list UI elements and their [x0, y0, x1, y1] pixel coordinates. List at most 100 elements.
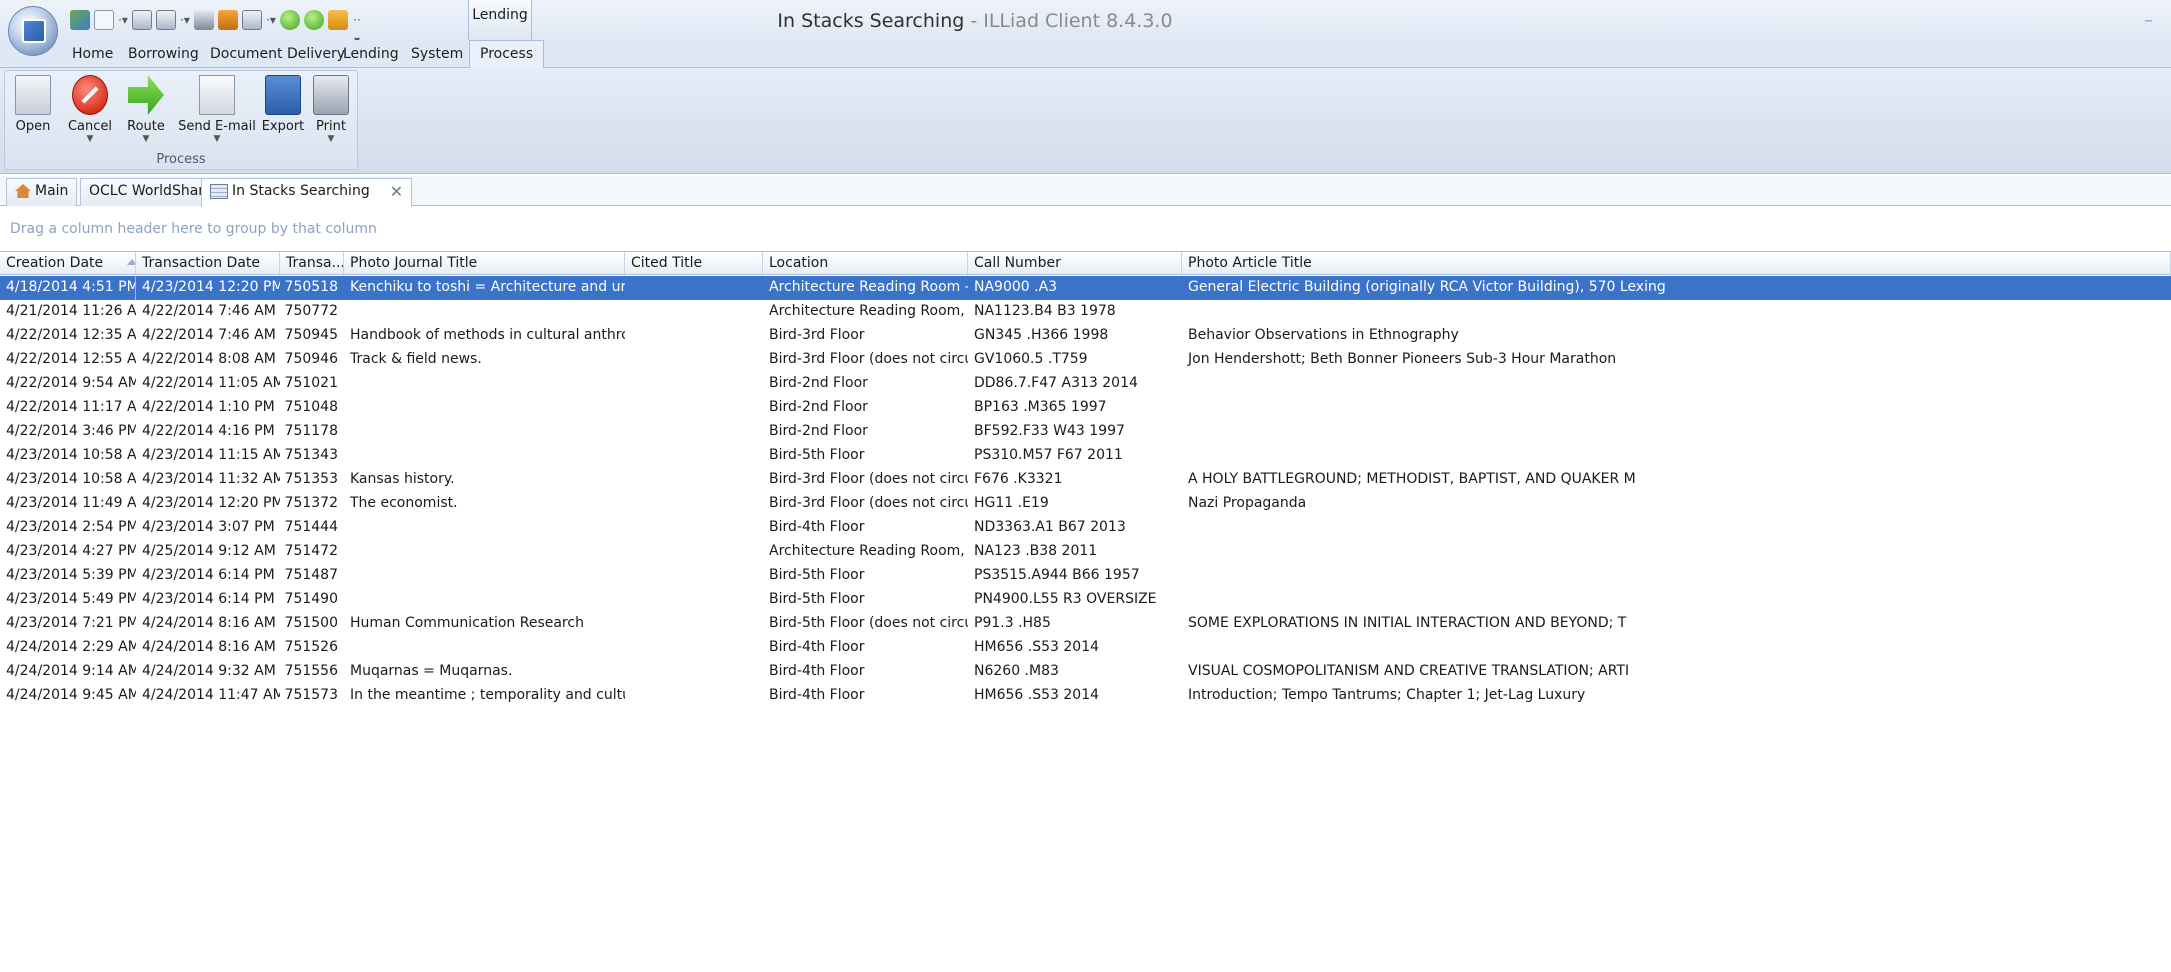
doc-tab-main[interactable]: Main — [6, 178, 78, 206]
table-row[interactable]: 4/18/2014 4:51 PM 4/23/2014 12:20 PM 75051… — [0, 276, 2171, 300]
cell-transaction-number: 751048 — [284, 399, 338, 415]
close-icon[interactable]: ✕ — [390, 183, 403, 201]
column-header-creation-date[interactable]: Creation Date — [0, 252, 136, 276]
cell-call-number: NA9000 .A3 — [974, 279, 1058, 295]
group-label: Process — [156, 152, 206, 167]
column-header-label: Transaction Date — [142, 255, 261, 271]
document-tab-strip: Main OCLC WorldShare In Stacks Searching… — [0, 176, 2171, 207]
table-row[interactable]: 4/22/2014 12:35 AM 4/22/2014 7:46 AM 75094… — [0, 324, 2171, 348]
cell-call-number: GV1060.5 .T759 — [974, 351, 1088, 367]
route-button[interactable]: Route ▼ — [123, 75, 169, 144]
cell-cited-title — [625, 540, 763, 564]
print-button[interactable]: Print ▼ — [311, 75, 351, 144]
cell-call-number: PN4900.L55 R3 OVERSIZE — [974, 591, 1157, 607]
cell-photo-article-title: A HOLY BATTLEGROUND; METHODIST, BAPTIST,… — [1188, 471, 1636, 487]
column-header-transaction-number[interactable]: Transa... — [280, 252, 344, 276]
cancel-button[interactable]: Cancel ▼ — [65, 75, 115, 144]
grid-header: Creation Date Transaction Date Transa... Ph… — [0, 251, 2171, 276]
table-row[interactable]: 4/23/2014 2:54 PM 4/23/2014 3:07 PM 751444… — [0, 516, 2171, 540]
table-row[interactable]: 4/24/2014 9:14 AM 4/24/2014 9:32 AM 751556… — [0, 660, 2171, 684]
cell-location: Bird-4th Floor — [769, 663, 865, 679]
table-row[interactable]: 4/24/2014 2:29 AM 4/24/2014 8:16 AM 751526… — [0, 636, 2171, 660]
cell-photo-journal-title — [344, 444, 625, 468]
tab-lending[interactable]: Lending — [343, 46, 399, 62]
export-button[interactable]: Export — [257, 75, 309, 134]
grid-icon — [210, 184, 228, 199]
cell-cited-title — [625, 276, 763, 300]
cell-cited-title — [625, 636, 763, 660]
cell-creation-date: 4/23/2014 11:49 AM — [6, 495, 136, 511]
cell-transaction-date: 4/24/2014 8:16 AM — [142, 615, 276, 631]
cell-transaction-date: 4/24/2014 9:32 AM — [142, 663, 276, 679]
table-row[interactable]: 4/24/2014 9:45 AM 4/24/2014 11:47 AM 75157… — [0, 684, 2171, 708]
cell-cited-title — [625, 324, 763, 348]
group-by-panel[interactable]: Drag a column header here to group by th… — [0, 207, 2171, 251]
doc-tab-in-stacks-searching[interactable]: In Stacks Searching ✕ — [201, 178, 413, 207]
column-header-photo-article-title[interactable]: Photo Article Title — [1182, 252, 2171, 276]
tab-borrowing[interactable]: Borrowing — [128, 46, 199, 62]
tab-document-delivery[interactable]: Document Delivery — [210, 46, 345, 62]
column-header-label: Location — [769, 255, 829, 271]
cell-creation-date: 4/22/2014 9:54 AM — [6, 375, 136, 391]
cell-transaction-number: 751343 — [284, 447, 338, 463]
cell-transaction-date: 4/22/2014 11:05 AM — [142, 375, 280, 391]
cell-creation-date: 4/22/2014 12:35 AM — [6, 327, 136, 343]
cell-location: Bird-2nd Floor — [769, 375, 868, 391]
table-row[interactable]: 4/23/2014 11:49 AM 4/23/2014 12:20 PM 7513… — [0, 492, 2171, 516]
chevron-down-icon: ▼ — [327, 134, 335, 144]
cell-location: Bird-5th Floor (does not circulate) — [769, 615, 968, 631]
cell-location: Bird-4th Floor — [769, 639, 865, 655]
chevron-down-icon: ▼ — [213, 134, 221, 144]
cell-transaction-number: 750946 — [284, 351, 338, 367]
cell-cited-title — [625, 588, 763, 612]
cell-creation-date: 4/23/2014 5:49 PM — [6, 591, 136, 607]
tab-home[interactable]: Home — [72, 46, 113, 62]
table-row[interactable]: 4/23/2014 5:39 PM 4/23/2014 6:14 PM 751487… — [0, 564, 2171, 588]
column-header-call-number[interactable]: Call Number — [968, 252, 1182, 276]
cell-transaction-number: 751178 — [284, 423, 338, 439]
table-row[interactable]: 4/23/2014 10:58 AM 4/23/2014 11:32 AM 7513… — [0, 468, 2171, 492]
application-menu-button[interactable] — [8, 6, 58, 56]
column-header-transaction-date[interactable]: Transaction Date — [136, 252, 280, 276]
table-row[interactable]: 4/22/2014 12:55 AM 4/22/2014 8:08 AM 75094… — [0, 348, 2171, 372]
tab-process[interactable]: Process — [469, 40, 545, 69]
open-button[interactable]: Open — [11, 75, 55, 134]
cell-creation-date: 4/23/2014 7:21 PM — [6, 615, 136, 631]
table-row[interactable]: 4/22/2014 9:54 AM 4/22/2014 11:05 AM 75102… — [0, 372, 2171, 396]
cell-cited-title — [625, 564, 763, 588]
column-header-location[interactable]: Location — [763, 252, 968, 276]
cell-creation-date: 4/24/2014 9:14 AM — [6, 663, 136, 679]
cell-photo-article-title — [1182, 636, 2171, 660]
cell-creation-date: 4/23/2014 5:39 PM — [6, 567, 136, 583]
tab-system[interactable]: System — [411, 46, 463, 62]
table-row[interactable]: 4/23/2014 5:49 PM 4/23/2014 6:14 PM 751490… — [0, 588, 2171, 612]
cell-photo-journal-title — [344, 372, 625, 396]
table-row[interactable]: 4/21/2014 11:26 AM 4/22/2014 7:46 AM 75077… — [0, 300, 2171, 324]
cell-photo-article-title: Nazi Propaganda — [1188, 495, 1307, 511]
ribbon-tab-strip: Home Borrowing Document Delivery Lending… — [0, 40, 2171, 69]
minimize-button[interactable]: – — [2144, 10, 2153, 31]
table-row[interactable]: 4/22/2014 3:46 PM 4/22/2014 4:16 PM 751178… — [0, 420, 2171, 444]
cell-creation-date: 4/23/2014 2:54 PM — [6, 519, 136, 535]
cell-photo-article-title — [1182, 540, 2171, 564]
cell-cited-title — [625, 684, 763, 708]
window-title: In Stacks Searching - ILLiad Client 8.4.… — [0, 10, 1950, 32]
column-header-photo-journal-title[interactable]: Photo Journal Title — [344, 252, 625, 276]
cell-photo-article-title — [1182, 420, 2171, 444]
cell-transaction-date: 4/24/2014 11:47 AM — [142, 687, 280, 703]
cell-location: Architecture Reading Room, Slo... — [769, 303, 968, 319]
cell-location: Bird-4th Floor — [769, 519, 865, 535]
cell-cited-title — [625, 420, 763, 444]
cell-photo-journal-title: Kenchiku to toshi = Architecture and urb… — [350, 279, 625, 295]
table-row[interactable]: 4/23/2014 7:21 PM 4/24/2014 8:16 AM 751500… — [0, 612, 2171, 636]
open-icon — [15, 75, 51, 115]
cell-transaction-date: 4/22/2014 4:16 PM — [142, 423, 275, 439]
cell-photo-article-title: Introduction; Tempo Tantrums; Chapter 1;… — [1188, 687, 1586, 703]
column-header-cited-title[interactable]: Cited Title — [625, 252, 763, 276]
table-row[interactable]: 4/23/2014 10:58 AM 4/23/2014 11:15 AM 7513… — [0, 444, 2171, 468]
cell-photo-journal-title: In the meantime ; temporality and cultur… — [350, 687, 625, 703]
table-row[interactable]: 4/23/2014 4:27 PM 4/25/2014 9:12 AM 751472… — [0, 540, 2171, 564]
table-row[interactable]: 4/22/2014 11:17 AM 4/22/2014 1:10 PM 75104… — [0, 396, 2171, 420]
cell-photo-article-title: Jon Hendershott; Beth Bonner Pioneers Su… — [1188, 351, 1617, 367]
send-email-button[interactable]: Send E-mail ▼ — [175, 75, 259, 144]
